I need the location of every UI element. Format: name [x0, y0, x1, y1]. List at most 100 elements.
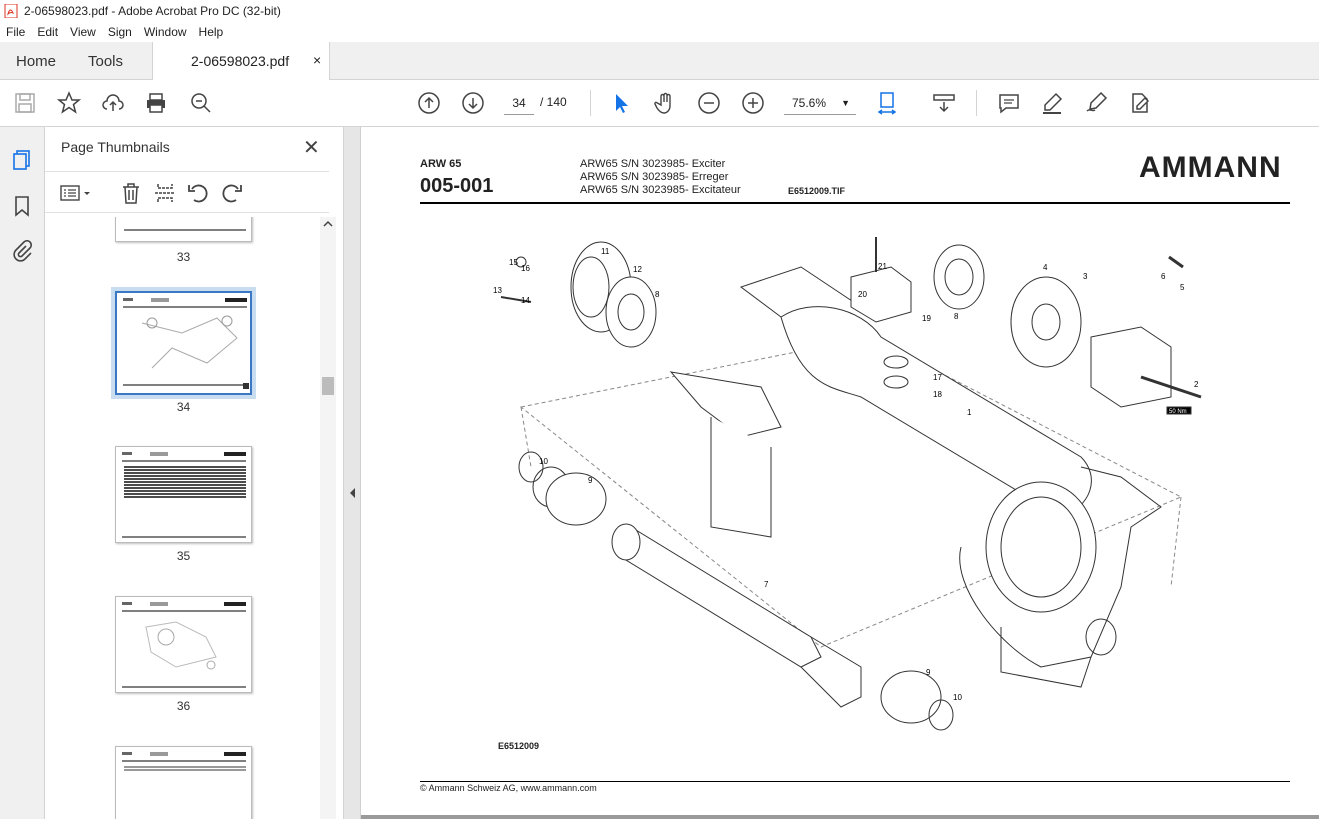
footer-rule: [420, 781, 1290, 782]
tab-close-icon[interactable]: ×: [313, 52, 321, 68]
title-bar: 2-06598023.pdf - Adobe Acrobat Pro DC (3…: [0, 0, 1319, 22]
thumbnail-page-number: 34: [176, 400, 191, 414]
hand-tool-icon[interactable]: [653, 91, 677, 115]
thumbnail-page-number: 36: [176, 699, 191, 713]
close-icon[interactable]: ✕: [303, 135, 320, 160]
page-code: 005-001: [420, 175, 494, 197]
panel-title: Page Thumbnails: [61, 139, 170, 155]
callout-label: 19: [922, 314, 931, 323]
draw-sign-icon[interactable]: [1084, 91, 1108, 115]
comment-icon[interactable]: [997, 91, 1021, 115]
page-footer: © Ammann Schweiz AG, www.ammann.com: [420, 783, 597, 793]
page-total: / 140: [540, 95, 567, 109]
scrollbar-thumb[interactable]: [322, 377, 334, 395]
thumbnail-scrollbar[interactable]: [320, 217, 336, 819]
menu-edit[interactable]: Edit: [37, 25, 58, 39]
callout-label: 4: [1043, 263, 1048, 272]
menu-sign[interactable]: Sign: [108, 25, 132, 39]
desc-line: ARW65 S/N 3023985- Excitateur: [580, 184, 741, 196]
edit-pdf-icon[interactable]: [1128, 91, 1152, 115]
attachment-icon[interactable]: [11, 239, 33, 262]
thumbnail-page[interactable]: [115, 446, 252, 543]
callout-label: 9: [588, 476, 593, 485]
page-number-input[interactable]: 34: [504, 91, 534, 115]
tab-document-label: 2-06598023.pdf: [191, 53, 290, 69]
options-menu-icon[interactable]: [59, 181, 93, 205]
thumbnail-page-number: 35: [176, 549, 191, 563]
rotate-cw-icon[interactable]: [220, 181, 244, 205]
window-title: 2-06598023.pdf - Adobe Acrobat Pro DC (3…: [24, 4, 281, 18]
thumbnail-page-number: 33: [176, 250, 191, 264]
ammann-logo: AMMANN: [1139, 151, 1282, 184]
upload-cloud-icon[interactable]: [101, 91, 125, 115]
next-page-icon[interactable]: [461, 91, 485, 115]
thumbnail-page[interactable]: [111, 287, 256, 399]
page-thumbnails-icon[interactable]: [11, 149, 33, 171]
fit-page-icon[interactable]: [877, 91, 901, 115]
callout-label: 14: [521, 296, 530, 305]
callout-label: 10: [539, 457, 548, 466]
page-model: ARW 65: [420, 158, 462, 170]
exploded-parts-drawing: 15 16 13 14 11 12 8 21 20 19 17 18 1 8 4…: [493, 237, 1202, 731]
drawing-id: E6512009: [498, 741, 540, 751]
delete-icon[interactable]: [119, 181, 143, 205]
menu-file[interactable]: File: [6, 25, 25, 39]
thumbnail-page[interactable]: [115, 746, 252, 819]
thumbnail-page[interactable]: [115, 217, 252, 242]
find-zoom-icon[interactable]: [189, 91, 213, 115]
tab-document[interactable]: 2-06598023.pdf ×: [152, 42, 330, 81]
prev-page-icon[interactable]: [417, 91, 441, 115]
menu-bar: File Edit View Sign Window Help: [0, 22, 1319, 42]
callout-label: 20: [858, 290, 867, 299]
viewer-scrollbar[interactable]: [361, 815, 1319, 819]
chevron-down-icon: ▼: [841, 98, 850, 108]
print-icon[interactable]: [144, 91, 168, 115]
bookmark-icon[interactable]: [11, 195, 33, 217]
thumbnail-toolbar: [45, 171, 329, 213]
zoom-in-icon[interactable]: [741, 91, 765, 115]
zoom-out-icon[interactable]: [697, 91, 721, 115]
thumbnail-page[interactable]: [115, 596, 252, 693]
callout-label: 6: [1161, 272, 1166, 281]
menu-window[interactable]: Window: [144, 25, 187, 39]
callout-label: 11: [601, 247, 610, 256]
callout-label: 13: [493, 286, 502, 295]
left-nav-rail: [0, 127, 45, 819]
panel-collapse-strip[interactable]: [344, 127, 361, 819]
callout-label: 12: [633, 265, 642, 274]
document-viewer[interactable]: ARW 65 005-001 ARW65 S/N 3023985- Excite…: [361, 127, 1319, 819]
zoom-value: 75.6%: [792, 96, 827, 110]
menu-view[interactable]: View: [70, 25, 96, 39]
pdf-page: ARW 65 005-001 ARW65 S/N 3023985- Excite…: [361, 127, 1319, 815]
tab-tools[interactable]: Tools: [88, 53, 123, 70]
tab-bar: Home Tools 2-06598023.pdf ×: [0, 42, 1319, 81]
callout-label: 8: [655, 290, 660, 299]
collapse-arrow-icon[interactable]: [348, 487, 357, 499]
select-cursor-icon[interactable]: [609, 91, 633, 115]
desc-line: ARW65 S/N 3023985- Erreger: [580, 171, 729, 183]
tab-home[interactable]: Home: [16, 53, 56, 70]
rotate-ccw-icon[interactable]: [186, 181, 210, 205]
page-thumbnails-panel: Page Thumbnails ✕ 33 34 35 36: [45, 127, 344, 819]
scroll-up-icon[interactable]: [320, 217, 336, 231]
callout-label: 10: [953, 693, 962, 702]
highlight-pen-icon[interactable]: [1040, 91, 1064, 115]
acrobat-icon: [4, 4, 18, 18]
star-icon[interactable]: [56, 91, 82, 115]
header-rule: [420, 202, 1290, 204]
menu-help[interactable]: Help: [199, 25, 224, 39]
toolbar-divider: [976, 90, 977, 116]
save-icon[interactable]: [13, 91, 37, 115]
torque-label: 50 Nm: [1169, 409, 1187, 415]
callout-label: 16: [521, 264, 530, 273]
scroll-mode-icon[interactable]: [932, 91, 956, 115]
callout-label: 1: [967, 408, 972, 417]
callout-label: 5: [1180, 283, 1185, 292]
thumbnail-list: 33 34 35 36: [45, 217, 320, 819]
extract-pages-icon[interactable]: [153, 181, 177, 205]
callout-label: 2: [1194, 380, 1199, 389]
page-file-name: E6512009.TIF: [788, 186, 846, 196]
zoom-select[interactable]: 75.6% ▼: [784, 91, 856, 115]
callout-label: 15: [509, 258, 518, 267]
callout-label: 3: [1083, 272, 1088, 281]
